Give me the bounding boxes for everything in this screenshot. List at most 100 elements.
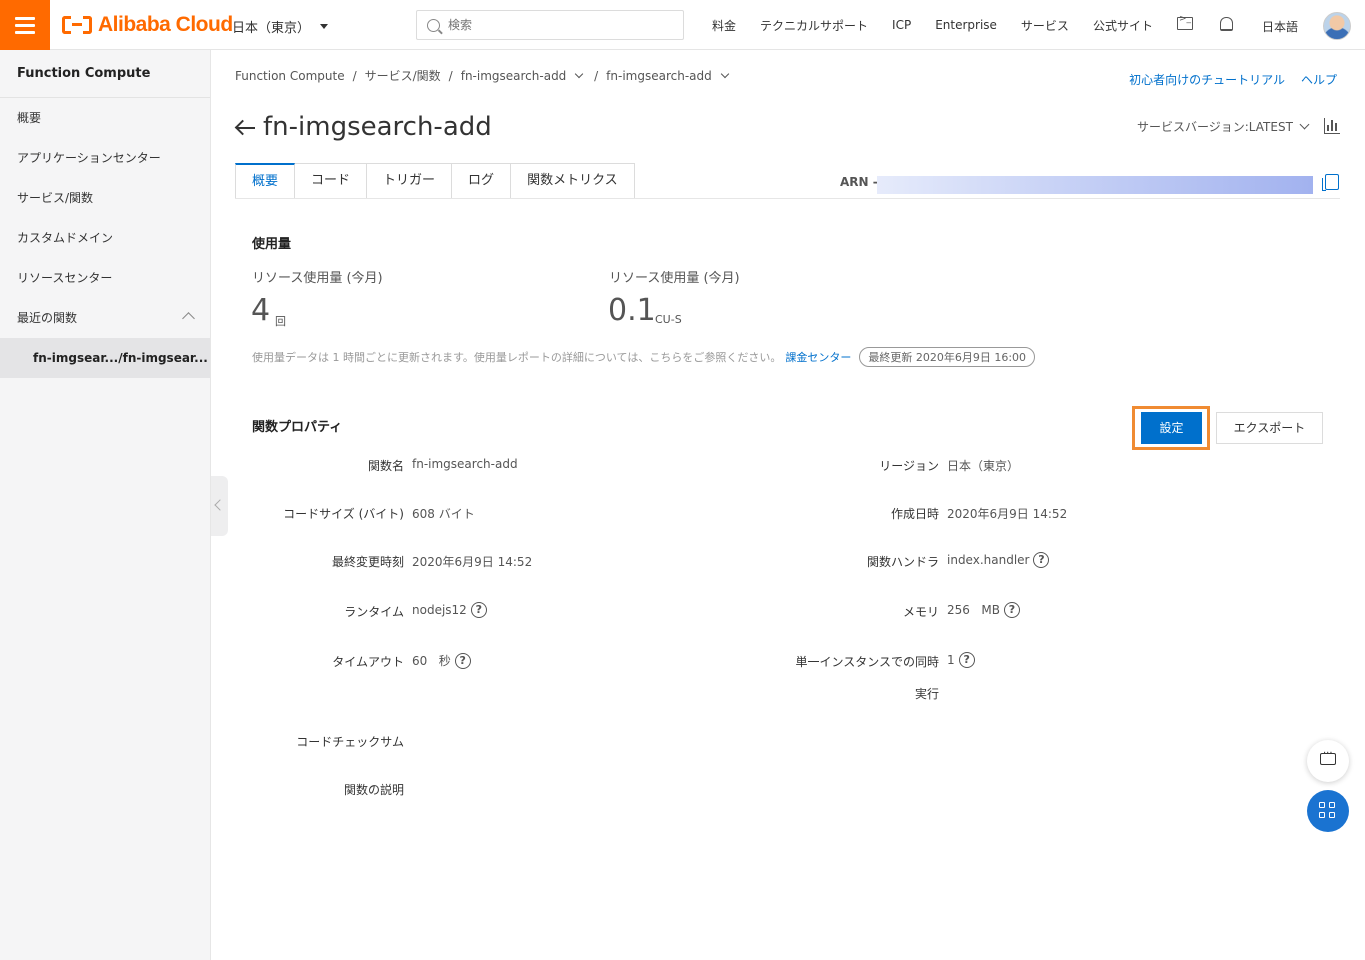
top-nav: 料金 テクニカルサポート ICP Enterprise サービス 公式サイト	[700, 0, 1165, 50]
prop-label: 最終変更時刻	[331, 555, 404, 569]
sidebar-item-recent-functions[interactable]: 最近の関数	[0, 298, 210, 338]
help-icon[interactable]: ?	[1003, 602, 1020, 618]
sidebar-recent-function[interactable]: fn-imgsear.../fn-imgsear...	[0, 338, 210, 378]
tab-overview[interactable]: 概要	[235, 163, 296, 199]
help-icon[interactable]: ?	[958, 652, 975, 668]
nav-support[interactable]: テクニカルサポート	[760, 17, 868, 34]
brand-name: Alibaba Cloud	[98, 13, 233, 36]
help-icon[interactable]: ?	[454, 652, 471, 669]
help-icon[interactable]: ?	[1033, 552, 1050, 568]
bar-chart-icon[interactable]	[1324, 118, 1340, 134]
language-selector[interactable]: 日本語	[1262, 18, 1298, 35]
chevron-up-icon	[182, 312, 195, 325]
terminal-icon[interactable]	[1177, 14, 1193, 30]
metric-unit: CU-S	[655, 313, 682, 326]
chat-button[interactable]	[1307, 740, 1349, 782]
version-label: サービスバージョン:LATEST	[1137, 120, 1293, 134]
chevron-down-icon[interactable]	[720, 69, 730, 78]
help-icon[interactable]: ?	[470, 602, 487, 618]
sidebar-collapse-handle[interactable]	[211, 476, 228, 536]
nav-enterprise[interactable]: Enterprise	[935, 18, 997, 32]
search-icon	[427, 18, 440, 32]
prop-label: 単一インスタンスでの同時	[795, 655, 939, 669]
usage-note: 使用量データは 1 時間ごとに更新されます。使用量レポートの詳細については、こち…	[252, 347, 1036, 367]
sidebar-item-resource-center[interactable]: リソースセンター	[0, 258, 210, 298]
back-arrow-icon[interactable]	[234, 117, 256, 139]
sidebar-item-custom-domain[interactable]: カスタムドメイン	[0, 218, 210, 258]
metric-label: リソース使用量 (今月)	[252, 271, 383, 286]
apps-icon	[1329, 812, 1335, 818]
metric-label: リソース使用量 (今月)	[609, 271, 740, 286]
apps-icon	[1319, 812, 1325, 818]
avatar[interactable]	[1323, 12, 1351, 40]
nav-official-site[interactable]: 公式サイト	[1093, 17, 1153, 34]
help-link[interactable]: ヘルプ	[1301, 71, 1337, 88]
nav-services[interactable]: サービス	[1021, 17, 1069, 34]
sidebar-item-services-functions[interactable]: サービス/関数	[0, 178, 210, 218]
copy-icon[interactable]	[1322, 174, 1339, 191]
tab-metrics[interactable]: 関数メトリクス	[511, 163, 635, 199]
region-selector[interactable]: 日本（東京）	[232, 17, 329, 36]
export-button[interactable]: エクスポート	[1216, 412, 1323, 444]
chevron-down-icon[interactable]	[575, 69, 584, 78]
apps-icon	[1329, 802, 1335, 808]
sidebar: Function Compute 概要 アプリケーションセンター サービス/関数…	[0, 50, 211, 960]
prop-label: メモリ	[902, 605, 939, 619]
breadcrumb-separator: /	[352, 68, 357, 83]
menu-icon[interactable]	[0, 0, 50, 50]
usage-note-text: 使用量データは 1 時間ごとに更新されます。使用量レポートの詳細については、こち…	[252, 351, 782, 364]
tab-triggers[interactable]: トリガー	[367, 163, 453, 199]
logo-icon	[62, 14, 92, 36]
prop-value: 2020年6月9日 14:52	[412, 553, 532, 570]
metric-unit: 回	[275, 315, 286, 328]
help-links: 初心者向けのチュートリアル ヘルプ	[1129, 71, 1337, 88]
prop-value-text: 日本（東京）	[947, 459, 1020, 473]
prop-label: コードチェックサム	[296, 735, 404, 749]
prop-label: コードサイズ (バイト)	[283, 507, 404, 521]
prop-value-text: 608 バイト	[412, 507, 475, 521]
tab-bar: 概要 コード トリガー ログ 関数メトリクス	[235, 163, 635, 199]
prop-value: index.handler?	[947, 552, 1050, 568]
prop-value: 608 バイト	[412, 505, 475, 522]
breadcrumb-item[interactable]: サービス/関数	[365, 67, 441, 84]
sidebar-item-overview[interactable]: 概要	[0, 98, 210, 138]
nav-pricing[interactable]: 料金	[712, 17, 736, 34]
region-label: 日本（東京）	[232, 21, 311, 36]
apps-icon	[1319, 802, 1325, 808]
nav-icp[interactable]: ICP	[892, 18, 911, 32]
breadcrumb-item[interactable]: Function Compute	[235, 69, 345, 83]
last-updated-badge: 最終更新 2020年6月9日 16:00	[859, 347, 1036, 367]
sidebar-item-label: 最近の関数	[17, 311, 78, 325]
prop-value-text: 2020年6月9日 14:52	[412, 555, 533, 569]
prop-label: 作成日時	[890, 507, 939, 521]
version-selector[interactable]: サービスバージョン:LATEST	[1137, 118, 1310, 135]
prop-value-text: index.handler	[947, 553, 1030, 567]
prop-value: 2020年6月9日 14:52	[947, 505, 1067, 522]
tutorial-link[interactable]: 初心者向けのチュートリアル	[1129, 71, 1285, 88]
prop-value: 60 秒?	[412, 652, 471, 669]
prop-value: 256 MB?	[947, 602, 1020, 618]
prop-label: ランタイム	[344, 605, 404, 619]
bell-icon[interactable]	[1220, 17, 1233, 31]
arn-value-redacted	[877, 176, 1313, 194]
page-title: fn-imgsearch-add	[263, 112, 492, 142]
breadcrumb-item[interactable]: fn-imgsearch-add	[606, 69, 712, 83]
breadcrumb-item[interactable]: fn-imgsearch-add	[461, 69, 567, 83]
sidebar-item-app-center[interactable]: アプリケーションセンター	[0, 138, 210, 178]
breadcrumb-separator: /	[448, 68, 453, 83]
prop-value: 日本（東京）	[947, 457, 1019, 474]
settings-button[interactable]: 設定	[1141, 412, 1202, 444]
tab-code[interactable]: コード	[295, 163, 368, 199]
tab-logs[interactable]: ログ	[452, 163, 512, 199]
prop-label: タイムアウト	[332, 655, 404, 669]
apps-button[interactable]	[1307, 790, 1349, 832]
sidebar-title[interactable]: Function Compute	[0, 50, 210, 98]
search-input[interactable]	[448, 18, 668, 32]
prop-value-text: 256 MB	[947, 603, 1000, 617]
search-box[interactable]	[416, 10, 684, 40]
alibaba-cloud-logo[interactable]: Alibaba Cloud	[62, 13, 233, 37]
prop-value-text: fn-imgsearch-add	[412, 457, 518, 471]
prop-value: nodejs12?	[412, 602, 487, 618]
billing-center-link[interactable]: 課金センター	[785, 349, 851, 365]
prop-value-text: 1	[947, 653, 955, 667]
